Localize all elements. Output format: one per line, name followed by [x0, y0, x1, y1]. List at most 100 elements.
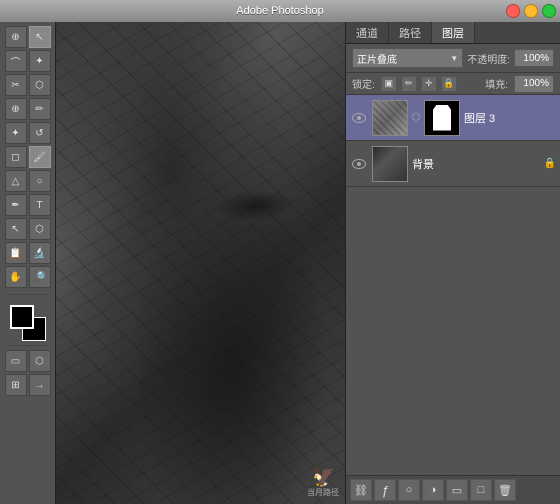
opacity-value[interactable]: 100% — [514, 49, 554, 67]
canvas-area: 🦅 当月路径 — [56, 22, 345, 504]
layers-list: ⬡ 图层 3 背景 — [346, 95, 560, 475]
tool-marquee[interactable]: ⊕ — [5, 26, 27, 48]
color-swatches[interactable] — [10, 305, 46, 341]
lock-all[interactable]: 🔒 — [441, 76, 457, 92]
add-mask-button[interactable]: ○ — [398, 479, 420, 501]
blend-opacity-row: 正片叠底 ▼ 不透明度: 100% — [346, 44, 560, 73]
tool-pen[interactable]: ✒ — [5, 194, 27, 216]
tool-move[interactable]: ↖ — [29, 26, 51, 48]
tool-row-4: ⊕ ✏ — [5, 98, 51, 120]
tool-blur[interactable]: △ — [5, 170, 27, 192]
tool-lasso[interactable]: ⌒ — [5, 50, 27, 72]
tool-clone[interactable]: ✦ — [5, 122, 27, 144]
toolbar: ⊕ ↖ ⌒ ✦ ✂ ⬡ ⊕ ✏ ✦ ↺ ◻ 🖌 △ ○ ✒ T — [0, 22, 56, 504]
layer3-chain: ⬡ — [412, 112, 420, 123]
new-adjustment-button[interactable]: ◑ — [422, 479, 444, 501]
canvas-image[interactable]: 🦅 当月路径 — [56, 22, 345, 504]
fill-label: 填充: — [485, 76, 508, 91]
layers-panel: 正片叠底 ▼ 不透明度: 100% 锁定: ▣ ✏ ✛ 🔒 填充: — [346, 44, 560, 504]
tool-row-8: ✒ T — [5, 194, 51, 216]
delete-layer-button[interactable]: 🗑 — [494, 479, 516, 501]
tool-notes[interactable]: 📋 — [5, 242, 27, 264]
layer3-mask-thumbnail — [424, 100, 460, 136]
watermark-text: 当月路径 — [307, 487, 339, 498]
new-group-button[interactable]: ▭ — [446, 479, 468, 501]
tool-brush[interactable]: ✏ — [29, 98, 51, 120]
layer3-mask-img — [425, 101, 459, 135]
tool-zoom[interactable]: 🔎 — [29, 266, 51, 288]
close-button[interactable] — [506, 4, 520, 18]
tool-magic-wand[interactable]: ✦ — [29, 50, 51, 72]
new-layer-button[interactable]: □ — [470, 479, 492, 501]
layer-item-background[interactable]: 背景 🔒 — [346, 141, 560, 187]
panel-bottom-toolbar: ⛓ ƒ ○ ◑ ▭ □ 🗑 — [346, 475, 560, 504]
lock-label: 锁定: — [352, 76, 375, 91]
lock-transparent-pixels[interactable]: ▣ — [381, 76, 397, 92]
tool-cs[interactable]: → — [29, 374, 51, 396]
tool-paint-bucket[interactable]: 🖌 — [29, 146, 51, 168]
tool-eraser[interactable]: ◻ — [5, 146, 27, 168]
blend-mode-arrow: ▼ — [450, 54, 458, 63]
tool-separator-2 — [8, 345, 48, 346]
tool-quick-mask[interactable]: ⬡ — [29, 350, 51, 372]
title-bar-text: Adobe Photoshop — [236, 5, 323, 17]
mask-shape — [433, 105, 451, 131]
window-controls — [506, 4, 556, 18]
background-lock-icon: 🔒 — [544, 157, 556, 171]
tool-separator-1 — [8, 294, 48, 295]
crack-overlay — [56, 22, 345, 504]
tool-row-screen: ⊞ → — [5, 374, 51, 396]
maximize-button[interactable] — [542, 4, 556, 18]
minimize-button[interactable] — [524, 4, 538, 18]
tool-row-1: ⊕ ↖ — [5, 26, 51, 48]
blend-mode-select[interactable]: 正片叠底 ▼ — [352, 48, 463, 68]
fill-value[interactable]: 100% — [514, 75, 554, 93]
watermark-icon: 🦅 — [311, 467, 336, 487]
tool-row-3: ✂ ⬡ — [5, 74, 51, 96]
tool-hand[interactable]: ✋ — [5, 266, 27, 288]
tool-row-mask: ▭ ⬡ — [5, 350, 51, 372]
lock-image-pixels[interactable]: ✏ — [401, 76, 417, 92]
layer3-thumb-img — [373, 101, 407, 135]
layer3-name: 图层 3 — [464, 110, 556, 126]
link-layers-button[interactable]: ⛓ — [350, 479, 372, 501]
tool-standard-mode[interactable]: ▭ — [5, 350, 27, 372]
watermark: 🦅 当月路径 — [307, 467, 339, 498]
layer3-visibility[interactable] — [350, 109, 368, 127]
add-fx-button[interactable]: ƒ — [374, 479, 396, 501]
panel-tabs: 通道 路径 图层 — [346, 22, 560, 44]
tool-row-11: ✋ 🔎 — [5, 266, 51, 288]
background-visibility[interactable] — [350, 155, 368, 173]
lock-position[interactable]: ✛ — [421, 76, 437, 92]
tool-path-select[interactable]: ↖ — [5, 218, 27, 240]
tab-paths[interactable]: 路径 — [389, 22, 432, 43]
tool-eyedropper[interactable]: 🔬 — [29, 242, 51, 264]
tool-shape[interactable]: ⬡ — [29, 218, 51, 240]
tool-healing[interactable]: ⊕ — [5, 98, 27, 120]
foreground-color-swatch[interactable] — [10, 305, 34, 329]
background-name: 背景 — [412, 156, 540, 172]
layer3-eye-icon — [352, 113, 366, 123]
tool-slice[interactable]: ⬡ — [29, 74, 51, 96]
tool-row-7: △ ○ — [5, 170, 51, 192]
layer-item-layer3[interactable]: ⬡ 图层 3 — [346, 95, 560, 141]
tool-crop[interactable]: ✂ — [5, 74, 27, 96]
tool-row-10: 📋 🔬 — [5, 242, 51, 264]
tool-dodge[interactable]: ○ — [29, 170, 51, 192]
background-thumb-img — [373, 147, 407, 181]
tool-row-5: ✦ ↺ — [5, 122, 51, 144]
tab-channels[interactable]: 通道 — [346, 22, 389, 43]
layer3-thumbnail — [372, 100, 408, 136]
tool-row-2: ⌒ ✦ — [5, 50, 51, 72]
background-eye-icon — [352, 159, 366, 169]
tab-layers[interactable]: 图层 — [432, 22, 475, 43]
tool-screen-mode[interactable]: ⊞ — [5, 374, 27, 396]
lock-fill-row: 锁定: ▣ ✏ ✛ 🔒 填充: 100% — [346, 73, 560, 95]
tool-row-9: ↖ ⬡ — [5, 218, 51, 240]
tool-row-6: ◻ 🖌 — [5, 146, 51, 168]
tool-type[interactable]: T — [29, 194, 51, 216]
background-thumbnail — [372, 146, 408, 182]
opacity-label: 不透明度: — [467, 51, 510, 66]
tool-history-brush[interactable]: ↺ — [29, 122, 51, 144]
right-panel: 通道 路径 图层 正片叠底 ▼ 不透明度: 100% — [345, 22, 560, 504]
